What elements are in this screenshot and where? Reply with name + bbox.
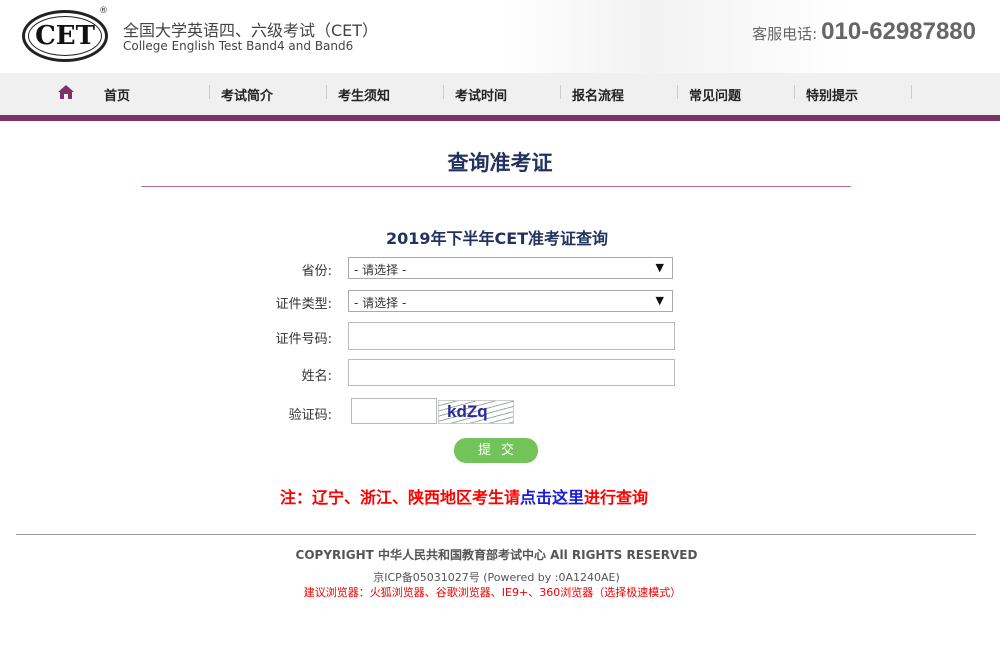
select-value: - 请选择 - [354,263,407,277]
main-nav: 首页 考试简介 考生须知 考试时间 报名流程 常见问题 特别提示 [0,73,1000,121]
divider [141,186,851,187]
nav-label: 常见问题 [689,88,742,104]
home-icon[interactable] [58,84,78,104]
site-header: CET ® 全国大学英语四、六级考试（CET） College English … [0,0,1000,73]
hotline: 客服电话: 010-62987880 [752,18,976,46]
nav-schedule[interactable]: 考试时间 [455,84,572,104]
name-label: 姓名: [301,369,332,384]
note-suffix: 进行查询 [584,488,649,507]
nav-notice[interactable]: 考生须知 [338,84,455,104]
nav-label: 考试时间 [455,88,508,104]
copyright: COPYRIGHT 中华人民共和国教育部考试中心 All RIGHTS RESE… [295,548,698,562]
idnum-label: 证件号码: [275,332,332,347]
nav-label: 首页 [104,88,131,104]
captcha-input[interactable] [351,398,437,424]
nav-home[interactable]: 首页 [104,84,221,104]
icp-info: 京ICP备05031027号 (Powered by :0A1240AE) [373,571,620,584]
registered-mark: ® [99,6,108,16]
captcha-label: 验证码: [288,408,332,423]
idtype-label: 证件类型: [275,297,332,312]
logo-text: CET [35,21,95,51]
nav-label: 考生须知 [338,88,391,104]
name-input[interactable] [348,359,675,386]
dropdown-arrow-icon: ▼ [655,261,664,274]
province-label: 省份: [301,264,332,279]
province-select[interactable]: - 请选择 - ▼ [348,257,673,279]
dropdown-arrow-icon: ▼ [655,294,664,307]
hotline-label: 客服电话: [752,25,818,43]
idtype-select[interactable]: - 请选择 - ▼ [348,290,673,312]
region-note: 注：辽宁、浙江、陕西地区考生请点击这里进行查询 [0,484,928,508]
page-title: 查询准考证 [447,151,553,175]
cet-logo[interactable]: CET [22,10,108,62]
site-title-cn: 全国大学英语四、六级考试（CET） [123,21,379,40]
nav-faq[interactable]: 常见问题 [689,84,806,104]
click-here-link[interactable]: 点击这里 [520,488,584,507]
nav-tips[interactable]: 特别提示 [806,84,923,104]
idnum-input[interactable] [348,322,675,350]
nav-intro[interactable]: 考试简介 [221,84,338,104]
captcha-image[interactable]: kdZq [438,400,514,424]
submit-button[interactable]: 提交 [454,438,538,463]
select-value: - 请选择 - [354,296,407,310]
hotline-number: 010-62987880 [821,18,976,45]
browser-recommendation: 建议浏览器：火狐浏览器、谷歌浏览器、IE9+、360浏览器（选择极速模式） [303,586,682,599]
site-title-en: College English Test Band4 and Band6 [123,39,354,53]
form-title: 2019年下半年CET准考证查询 [385,229,609,248]
nav-label: 特别提示 [806,88,859,104]
nav-label: 报名流程 [572,88,625,104]
note-prefix: 注：辽宁、浙江、陕西地区考生请 [279,488,520,507]
footer-divider [16,534,976,535]
nav-label: 考试简介 [221,88,274,104]
nav-registration[interactable]: 报名流程 [572,84,689,104]
